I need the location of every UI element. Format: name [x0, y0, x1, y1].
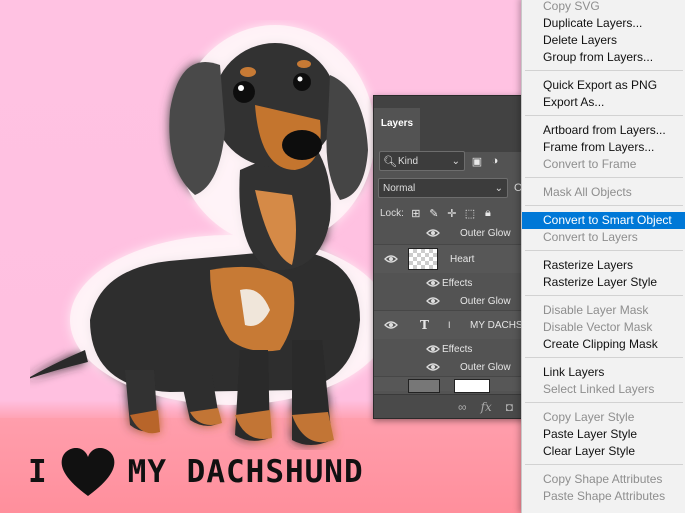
tagline: I MY DACHSHUND	[28, 446, 364, 498]
menu-separator	[525, 70, 683, 71]
mask-thumbnail	[454, 379, 490, 393]
eye-icon[interactable]	[426, 362, 440, 372]
eye-icon[interactable]	[384, 254, 398, 264]
menu-separator	[525, 250, 683, 251]
layer-row-text[interactable]: T I MY DACHS	[374, 310, 524, 339]
menu-item-convert-to-frame[interactable]: Convert to Frame	[522, 156, 685, 173]
layers-panel[interactable]: Layers 🔍︎ Kind ⌄ ▣ ◑ Normal ⌄ O Lock: ⊞ …	[373, 95, 525, 419]
layer-row-partial[interactable]	[374, 376, 524, 393]
eye-icon[interactable]	[426, 278, 440, 288]
menu-item-rasterize-layer-style[interactable]: Rasterize Layer Style	[522, 274, 685, 291]
layer-thumbnail	[408, 379, 440, 393]
tagline-i: I	[28, 454, 48, 490]
menu-item-duplicate-layers[interactable]: Duplicate Layers...	[522, 15, 685, 32]
filter-kind-label: Kind	[398, 155, 419, 167]
layers-panel-tabbar: Layers	[374, 96, 524, 152]
menu-separator	[525, 177, 683, 178]
chevron-down-icon: ⌄	[451, 155, 460, 167]
menu-item-create-clipping-mask[interactable]: Create Clipping Mask	[522, 336, 685, 353]
menu-item-artboard-from-layers[interactable]: Artboard from Layers...	[522, 122, 685, 139]
effect-row-outer-glow[interactable]: Outer Glow	[374, 356, 524, 378]
eye-icon[interactable]	[384, 320, 398, 330]
layer-name: Heart	[450, 253, 475, 265]
menu-item-copy-svg[interactable]: Copy SVG	[522, 0, 685, 15]
adjustment-filter-icon[interactable]: ◑	[489, 155, 501, 167]
eye-icon[interactable]	[426, 228, 440, 238]
effect-row-outer-glow[interactable]: Outer Glow	[374, 222, 524, 244]
text-cursor-icon: I	[448, 320, 451, 330]
lock-artboard-icon[interactable]: ⬚	[464, 207, 476, 220]
lock-label: Lock:	[380, 207, 404, 219]
effect-row-outer-glow[interactable]: Outer Glow	[374, 290, 524, 312]
eye-icon[interactable]	[426, 344, 440, 354]
menu-item-copy-shape-attributes[interactable]: Copy Shape Attributes	[522, 471, 685, 488]
menu-item-frame-from-layers[interactable]: Frame from Layers...	[522, 139, 685, 156]
tagline-my-dachshund: MY DACHSHUND	[127, 454, 364, 490]
menu-item-mask-all-objects[interactable]: Mask All Objects	[522, 184, 685, 201]
effects-label: Effects	[442, 343, 473, 355]
menu-item-delete-layers[interactable]: Delete Layers	[522, 32, 685, 49]
menu-item-convert-to-smart-object[interactable]: Convert to Smart Object	[522, 212, 685, 229]
menu-item-convert-to-layers[interactable]: Convert to Layers	[522, 229, 685, 246]
effect-label: Outer Glow	[460, 361, 511, 373]
layer-thumbnail	[408, 248, 438, 270]
fx-icon[interactable]: fx	[481, 400, 492, 414]
blend-row: Normal ⌄ O	[374, 176, 524, 200]
blend-mode-label: Normal	[383, 182, 416, 194]
lock-paint-icon[interactable]: ✎	[428, 207, 440, 220]
menu-item-disable-layer-mask[interactable]: Disable Layer Mask	[522, 302, 685, 319]
menu-item-link-layers[interactable]: Link Layers	[522, 364, 685, 381]
menu-item-clear-layer-style[interactable]: Clear Layer Style	[522, 443, 685, 460]
chevron-down-icon: ⌄	[494, 182, 503, 194]
filter-row: 🔍︎ Kind ⌄ ▣ ◑	[374, 148, 524, 174]
layer-name: MY DACHS	[470, 319, 523, 331]
blend-mode-select[interactable]: Normal ⌄	[378, 178, 508, 198]
lock-transparency-icon[interactable]: ⊞	[410, 207, 422, 220]
heart-icon	[61, 448, 115, 496]
menu-item-group-from-layers[interactable]: Group from Layers...	[522, 49, 685, 66]
menu-separator	[525, 357, 683, 358]
menu-separator	[525, 205, 683, 206]
effect-label: Outer Glow	[460, 295, 511, 307]
menu-item-rasterize-layers[interactable]: Rasterize Layers	[522, 257, 685, 274]
menu-item-quick-export-png[interactable]: Quick Export as PNG	[522, 77, 685, 94]
mask-icon[interactable]: ◘	[506, 400, 513, 414]
link-icon[interactable]: ∞	[458, 400, 467, 414]
effect-label: Outer Glow	[460, 227, 511, 239]
menu-item-paste-shape-attributes[interactable]: Paste Shape Attributes	[522, 488, 685, 505]
context-menu[interactable]: Copy SVG Duplicate Layers... Delete Laye…	[521, 0, 685, 513]
effects-label: Effects	[442, 277, 473, 289]
text-layer-icon: T	[420, 318, 429, 332]
tab-layers[interactable]: Layers	[374, 108, 420, 152]
menu-separator	[525, 464, 683, 465]
eye-icon[interactable]	[426, 296, 440, 306]
search-icon: 🔍︎	[383, 155, 397, 168]
lock-row: Lock: ⊞ ✎ ✛ ⬚ 🔒︎	[374, 203, 530, 223]
menu-item-export-as[interactable]: Export As...	[522, 94, 685, 111]
dachshund-illustration	[30, 25, 380, 445]
menu-item-paste-layer-style[interactable]: Paste Layer Style	[522, 426, 685, 443]
lock-all-icon[interactable]: 🔒︎	[482, 207, 494, 219]
menu-separator	[525, 402, 683, 403]
menu-item-select-linked-layers[interactable]: Select Linked Layers	[522, 381, 685, 398]
lock-move-icon[interactable]: ✛	[446, 207, 458, 220]
image-filter-icon[interactable]: ▣	[471, 155, 483, 168]
menu-item-disable-vector-mask[interactable]: Disable Vector Mask	[522, 319, 685, 336]
layers-footer: ∞ fx ◘	[374, 394, 524, 418]
menu-separator	[525, 115, 683, 116]
menu-separator	[525, 295, 683, 296]
layer-row-heart[interactable]: Heart	[374, 244, 524, 273]
menu-item-copy-layer-style[interactable]: Copy Layer Style	[522, 409, 685, 426]
filter-kind-select[interactable]: 🔍︎ Kind ⌄	[379, 151, 465, 171]
